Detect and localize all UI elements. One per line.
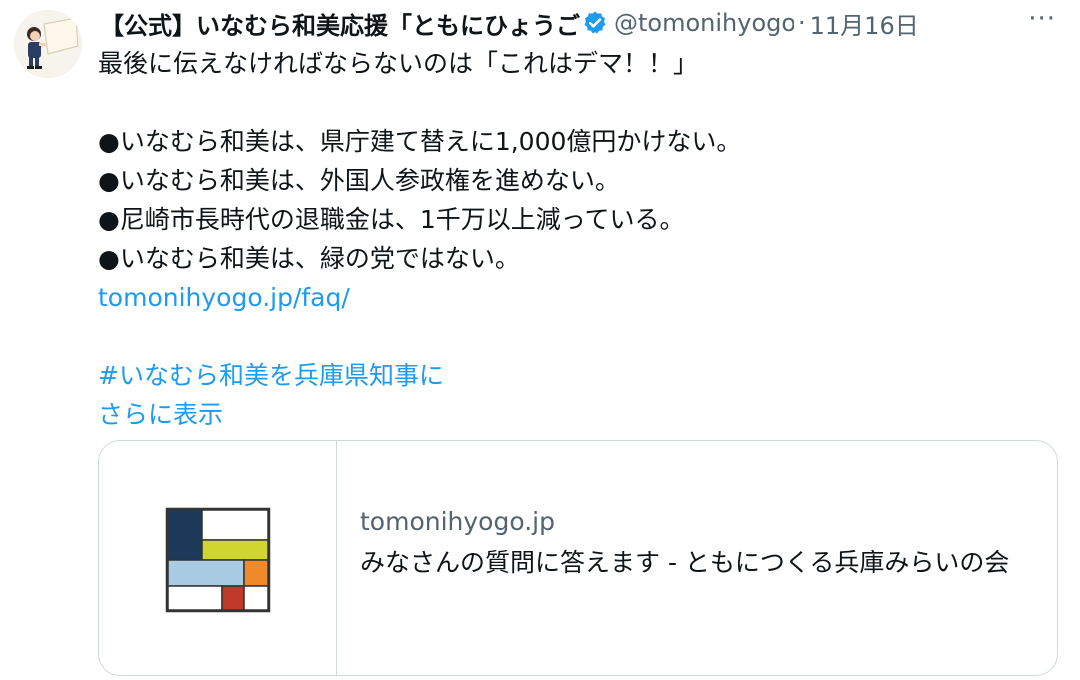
verified-badge-icon bbox=[582, 10, 608, 36]
user-handle[interactable]: @tomonihyogo bbox=[614, 9, 794, 37]
avatar[interactable] bbox=[14, 10, 82, 78]
more-options-icon[interactable]: ··· bbox=[1028, 4, 1056, 34]
tweet[interactable]: 【公式】いなむら和美応援「ともにひょうご @tomonihyogo · 11月1… bbox=[0, 0, 1080, 680]
link-preview-card[interactable]: tomonihyogo.jp みなさんの質問に答えます - ともにつくる兵庫みら… bbox=[98, 440, 1058, 676]
display-name[interactable]: 【公式】いなむら和美応援「ともにひょうご bbox=[100, 6, 580, 41]
tweet-line: ●尼崎市長時代の退職金は、1千万以上減っている。 bbox=[98, 205, 685, 234]
show-more-link[interactable]: さらに表示 bbox=[98, 395, 1058, 434]
tweet-line: 最後に伝えなければならないのは「これはデマ！！」 bbox=[98, 49, 699, 78]
tweet-header: 【公式】いなむら和美応援「ともにひょうご @tomonihyogo · 11月1… bbox=[100, 6, 1060, 40]
card-title: みなさんの質問に答えます - ともにつくる兵庫みらいの会 bbox=[360, 548, 1010, 577]
card-text: tomonihyogo.jp みなさんの質問に答えます - ともにつくる兵庫みら… bbox=[337, 441, 1040, 675]
tweet-line: ●いなむら和美は、外国人参政権を進めない。 bbox=[98, 166, 620, 195]
tweet-date[interactable]: 11月16日 bbox=[810, 6, 919, 41]
tweet-line: ●いなむら和美は、緑の党ではない。 bbox=[98, 244, 520, 273]
card-domain: tomonihyogo.jp bbox=[360, 507, 555, 536]
tweet-text: 最後に伝えなければならないのは「これはデマ！！」 ●いなむら和美は、県庁建て替え… bbox=[98, 44, 1058, 434]
site-logo bbox=[165, 507, 271, 613]
header-separator: · bbox=[798, 9, 806, 37]
card-thumbnail bbox=[99, 441, 337, 675]
hashtag-link[interactable]: #いなむら和美を兵庫県知事に bbox=[98, 356, 1058, 395]
tweet-line: ●いなむら和美は、県庁建て替えに1,000億円かけない。 bbox=[98, 127, 742, 156]
faq-link[interactable]: tomonihyogo.jp/faq/ bbox=[98, 278, 1058, 317]
avatar-illustration bbox=[14, 10, 82, 78]
